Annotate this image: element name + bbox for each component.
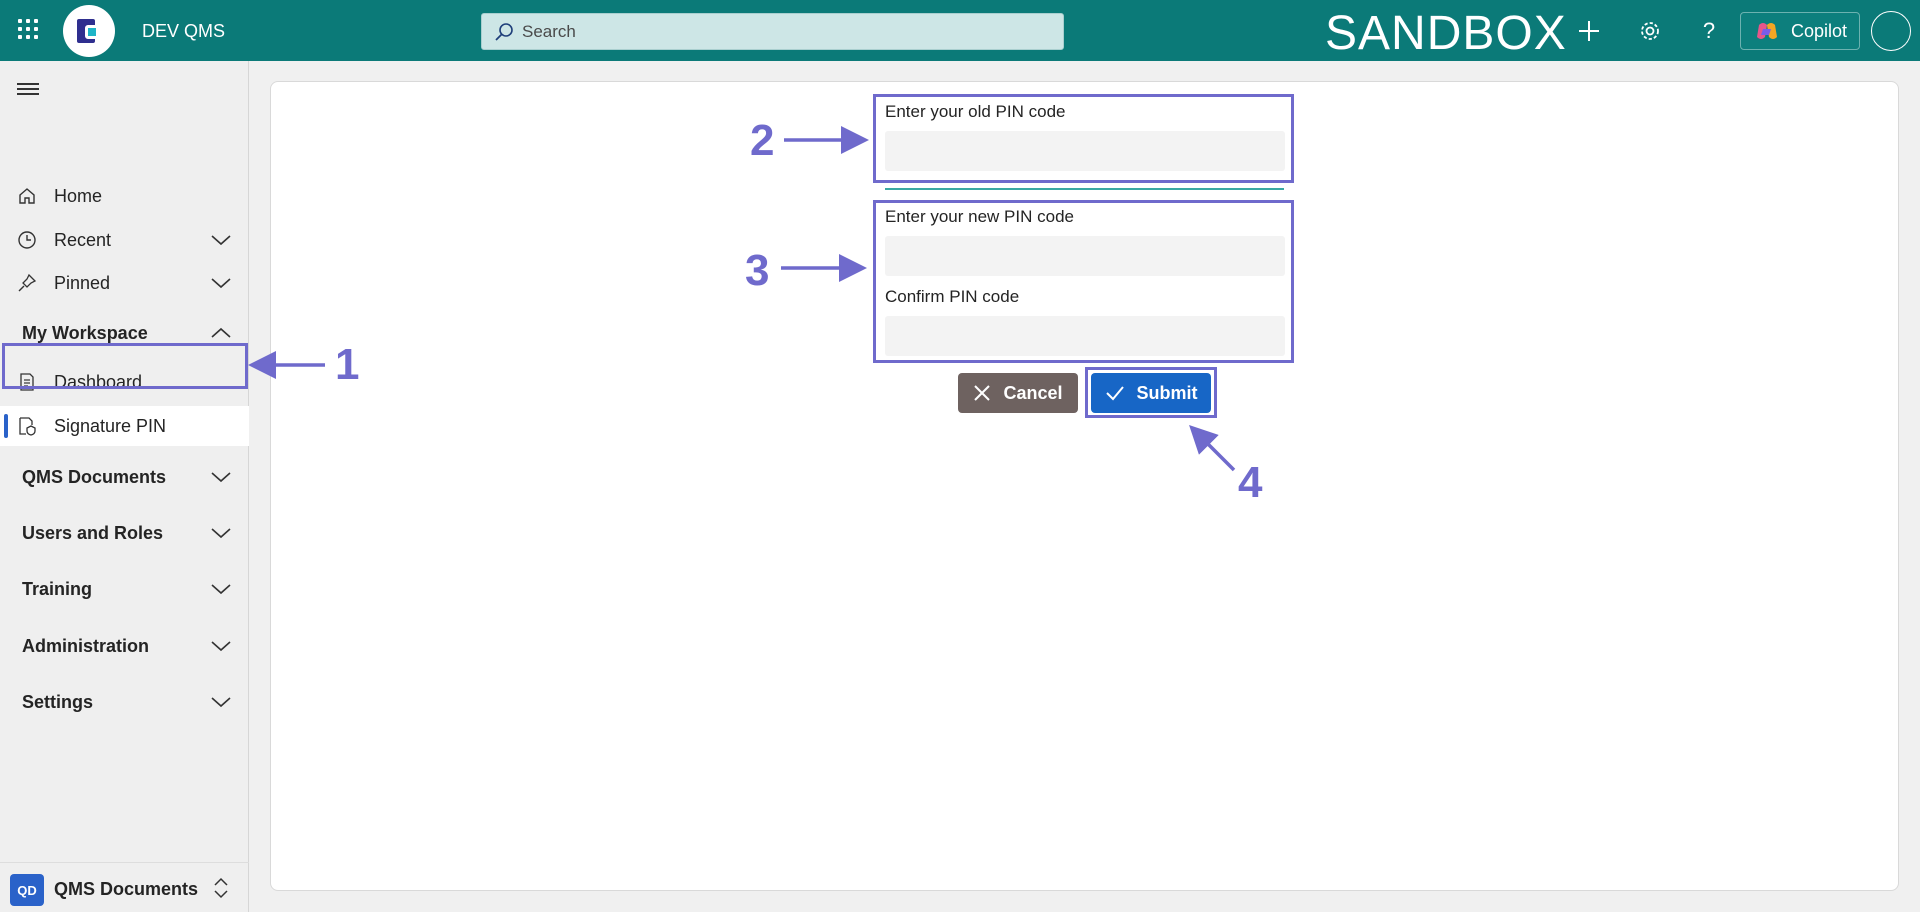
arrow-4 <box>1189 425 1236 472</box>
annotation-arrows <box>248 126 1236 472</box>
